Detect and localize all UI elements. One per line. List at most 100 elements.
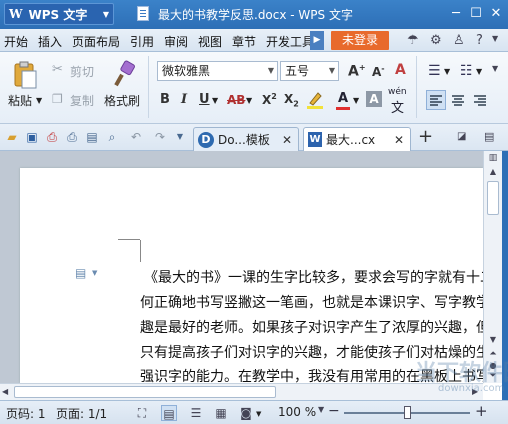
scroll-left-icon[interactable]: ◀	[2, 387, 8, 396]
fullscreen-icon[interactable]: ⛶	[134, 405, 150, 421]
close-button[interactable]: ✕	[488, 7, 504, 21]
menu-insert[interactable]: 插入	[38, 33, 62, 50]
scrollbar-thumb[interactable]	[14, 386, 276, 398]
page-view-icon[interactable]: ▤	[161, 405, 177, 421]
font-name-select[interactable]: 微软雅黑 ▼	[157, 61, 278, 81]
reading-view-icon[interactable]: ◙	[238, 405, 254, 421]
phonetic-guide-icon[interactable]: 文	[391, 97, 404, 116]
underline-button[interactable]: U	[199, 92, 210, 107]
font-color-icon[interactable]: A	[338, 91, 348, 106]
phonetic-guide-label[interactable]: wén	[388, 87, 407, 97]
tab-menu-icon[interactable]: ▤	[484, 130, 494, 143]
menu-page-layout[interactable]: 页面布局	[72, 33, 120, 50]
scroll-up-icon[interactable]: ▲	[486, 167, 500, 179]
font-size-select[interactable]: 五号 ▼	[280, 61, 339, 81]
paragraph-marker-icon[interactable]: ▤	[75, 266, 86, 280]
zoom-out-button[interactable]: −	[328, 403, 340, 419]
document-line[interactable]: 何正确地书写竖撇这一笔画，也就是本课识字、写字教学	[140, 292, 490, 312]
new-tab-button[interactable]: +	[418, 126, 433, 147]
chevron-down-icon[interactable]: ▼	[246, 96, 252, 105]
strikethrough-button[interactable]: AB	[227, 93, 245, 107]
chevron-down-icon[interactable]: ▼	[476, 67, 482, 76]
cut-button[interactable]: 剪切	[70, 63, 94, 80]
chevron-down-icon: ▼	[328, 66, 335, 75]
close-icon[interactable]: ✕	[282, 133, 292, 147]
clear-format-icon[interactable]: A	[395, 62, 406, 78]
spellcheck-icon[interactable]: ⌕	[104, 129, 120, 145]
zoom-level: 100 %	[278, 405, 317, 419]
align-right-button[interactable]	[471, 91, 489, 109]
menu-view[interactable]: 视图	[198, 33, 222, 50]
title-bar: W WPS 文字 ▼ 最大的书教学反思.docx - WPS 文字 ─ ☐ ✕	[0, 0, 508, 29]
subscript-button[interactable]: X2	[284, 92, 299, 108]
chevron-down-icon[interactable]: ▼	[172, 129, 188, 145]
font-color-bar	[336, 107, 350, 110]
print-preview-icon[interactable]: ▤	[84, 129, 100, 145]
maximize-button[interactable]: ☐	[468, 7, 484, 21]
superscript-button[interactable]: X2	[262, 92, 277, 107]
menu-review[interactable]: 审阅	[164, 33, 188, 50]
paste-icon[interactable]	[12, 60, 38, 90]
chevron-down-icon[interactable]: ▼	[318, 405, 324, 414]
outline-view-icon[interactable]: ☰	[188, 405, 204, 421]
italic-button[interactable]: I	[181, 92, 187, 107]
help-icon[interactable]: ?	[476, 33, 483, 48]
tab-list-icon[interactable]: ◪	[457, 131, 466, 142]
chevron-down-icon[interactable]: ▼	[36, 96, 42, 105]
document-line[interactable]: 趣是最好的老师。如果孩子对识字产生了浓厚的兴趣，但	[140, 317, 490, 337]
scroll-down-icon[interactable]: ▼	[486, 335, 500, 347]
chevron-down-icon[interactable]: ▼	[256, 410, 261, 418]
horizontal-scrollbar[interactable]: ◀ ▶	[0, 383, 483, 400]
redo-icon[interactable]: ↷	[152, 129, 168, 145]
bold-button[interactable]: B	[160, 92, 170, 107]
theme-icon[interactable]: ♙	[453, 33, 465, 48]
save-icon[interactable]: ▣	[24, 129, 40, 145]
chevron-down-icon[interactable]: ▼	[492, 64, 498, 73]
settings-icon[interactable]: ⚙	[430, 33, 442, 48]
chevron-down-icon[interactable]: ▼	[444, 67, 450, 76]
highlight-icon[interactable]	[306, 90, 324, 110]
zoom-slider-thumb[interactable]	[404, 406, 411, 419]
numbered-list-icon[interactable]: ☷	[460, 63, 473, 79]
menu-developer[interactable]: 开发工具	[266, 33, 314, 50]
undo-icon[interactable]: ↶	[128, 129, 144, 145]
open-folder-icon[interactable]: ▰	[4, 129, 20, 145]
zoom-in-button[interactable]: +	[475, 402, 488, 420]
close-icon[interactable]: ✕	[394, 133, 404, 147]
menu-more-button[interactable]: ▶	[310, 31, 324, 50]
align-left-button[interactable]	[426, 90, 446, 110]
chevron-down-icon[interactable]: ▼	[212, 96, 218, 105]
minimize-button[interactable]: ─	[448, 7, 464, 21]
ruler-toggle-icon[interactable]: ▥	[486, 153, 500, 165]
app-menu-button[interactable]: W WPS 文字 ▼	[4, 3, 114, 25]
bullet-list-icon[interactable]: ☰	[428, 63, 441, 79]
brush-icon[interactable]	[112, 60, 136, 88]
copy-button[interactable]: 复制	[70, 92, 94, 109]
document-line[interactable]: 《最大的书》一课的生字比较多，要求会写的字就有十二	[144, 267, 494, 287]
tab-document[interactable]: W 最大...cx ✕	[303, 127, 411, 151]
align-center-button[interactable]	[449, 91, 467, 109]
export-pdf-icon[interactable]: ⎙	[44, 129, 60, 145]
scrollbar-thumb[interactable]	[487, 181, 499, 215]
chevron-down-icon[interactable]: ▼	[353, 96, 359, 105]
chevron-down-icon[interactable]: ▼	[92, 269, 97, 277]
scissors-icon[interactable]: ✂	[52, 62, 63, 77]
tab-template[interactable]: D Do...模板 ✕	[193, 127, 299, 151]
grow-font-icon[interactable]: A+	[348, 63, 366, 80]
paste-button[interactable]: 粘贴	[8, 92, 32, 109]
shrink-font-icon[interactable]: A-	[372, 64, 385, 79]
font-size-value: 五号	[285, 64, 310, 78]
menu-chapter[interactable]: 章节	[232, 33, 256, 50]
menu-home[interactable]: 开始	[4, 33, 28, 50]
format-painter-button[interactable]: 格式刷	[104, 92, 140, 109]
tab-label: Do...模板	[218, 133, 270, 147]
vertical-scrollbar[interactable]: ▥ ▲ ▼ ⏶ ● ⏷	[483, 151, 502, 383]
menu-references[interactable]: 引用	[130, 33, 154, 50]
chevron-down-icon[interactable]: ▼	[492, 34, 498, 43]
char-shading-button[interactable]: A	[366, 91, 382, 107]
login-button[interactable]: 未登录	[331, 31, 389, 50]
print-icon[interactable]: ⎙	[64, 129, 80, 145]
skin-icon[interactable]: ☂	[407, 33, 419, 48]
copy-icon[interactable]: ❐	[52, 92, 63, 106]
web-view-icon[interactable]: ▦	[213, 405, 229, 421]
